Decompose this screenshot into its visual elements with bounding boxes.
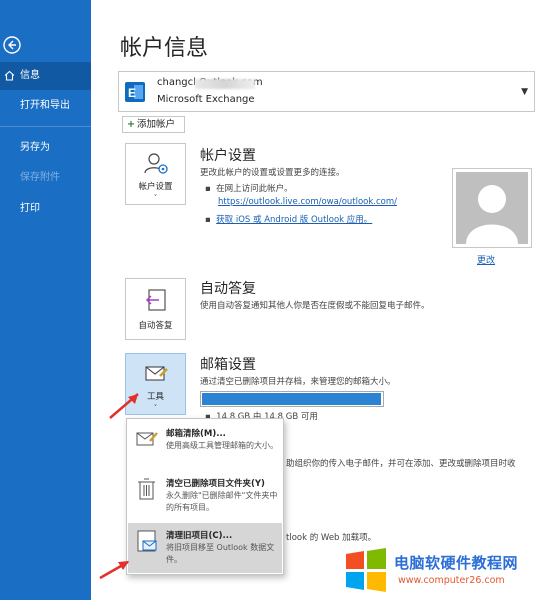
tile-label: 帐户设置 xyxy=(138,182,173,192)
change-photo-link[interactable]: 更改 xyxy=(477,253,495,266)
menu-item-mailbox-cleanup[interactable]: 邮箱清除(M)... 使用高级工具管理邮箱的大小。 xyxy=(128,421,282,469)
mailbox-usage-fill xyxy=(202,393,382,405)
account-settings-desc: 更改此帐户的设置或设置更多的连接。 xyxy=(200,168,345,178)
auto-reply-desc: 使用自动答复通知其他人你是否在度假或不能回复电子邮件。 xyxy=(200,301,430,311)
watermark-title: 电脑软硬件教程网 xyxy=(394,554,519,572)
mailbox-usage-bar xyxy=(200,391,384,407)
account-settings-icon xyxy=(143,153,168,174)
sidebar-item-label: 信息 xyxy=(20,70,40,81)
mailbox-cleanup-icon xyxy=(136,432,158,446)
dropdown-arrow-icon: ▼ xyxy=(521,87,528,97)
mailbox-settings-title: 邮箱设置 xyxy=(200,357,256,373)
redacted-area xyxy=(195,79,255,89)
menu-item-desc: 永久删除"已删除邮件"文件夹中的所有项目。 xyxy=(166,491,278,512)
rules-desc: 助组织你的传入电子邮件，并可在添加、更改或删除项目时收 xyxy=(286,459,516,469)
sidebar-item-label: 打印 xyxy=(20,203,40,214)
sidebar-item-label: 打开和导出 xyxy=(20,100,70,111)
trash-icon xyxy=(138,478,155,500)
back-arrow-icon[interactable] xyxy=(2,35,22,55)
red-arrow-annotation xyxy=(99,560,129,580)
menu-item-title: 邮箱清除(M)... xyxy=(166,429,226,439)
menu-item-title: 清理旧项目(C)... xyxy=(166,531,233,541)
tools-mailbox-icon xyxy=(144,366,168,381)
person-silhouette-icon xyxy=(466,185,518,244)
sidebar-item-print[interactable]: 打印 xyxy=(0,195,91,223)
sidebar-item-save-attachments: 保存附件 xyxy=(0,164,91,192)
chevron-down-icon: ˅ xyxy=(153,194,158,202)
sidebar-divider xyxy=(0,126,91,127)
page-title: 帐户信息 xyxy=(120,36,209,61)
menu-item-desc: 将旧项目移至 Outlook 数据文件。 xyxy=(166,543,275,564)
windows-logo-watermark xyxy=(346,548,386,592)
account-settings-title: 帐户设置 xyxy=(200,148,256,164)
plus-icon: + xyxy=(127,119,135,130)
auto-reply-button[interactable]: 自动答复 xyxy=(125,278,186,340)
add-account-button[interactable]: + 添加帐户 xyxy=(122,116,185,133)
account-type: Microsoft Exchange xyxy=(157,94,255,105)
sidebar-item-label: 保存附件 xyxy=(20,172,60,183)
home-icon xyxy=(4,70,15,81)
auto-reply-title: 自动答复 xyxy=(200,281,256,297)
menu-item-title: 清空已删除项目文件夹(Y) xyxy=(166,479,265,489)
sidebar-item-open-export[interactable]: 打开和导出 xyxy=(0,92,91,120)
account-settings-button[interactable]: 帐户设置 ˅ xyxy=(125,143,186,205)
tile-label: 自动答复 xyxy=(138,321,173,331)
backstage-sidebar: 信息 打开和导出 另存为 保存附件 打印 xyxy=(0,0,91,600)
profile-photo xyxy=(452,168,532,248)
red-arrow-annotation xyxy=(109,393,139,419)
svg-text:E: E xyxy=(128,86,136,100)
bullet-web-access: ▪ 在网上访问此帐户。 xyxy=(205,184,293,194)
watermark-url: www.computer26.com xyxy=(398,575,505,586)
sidebar-item-info[interactable]: 信息 xyxy=(0,62,91,90)
owa-link-text[interactable]: https://outlook.live.com/owa/outlook.com… xyxy=(218,197,397,207)
tools-dropdown-menu: 邮箱清除(M)... 使用高级工具管理邮箱的大小。 清空已删除项目文件夹(Y) … xyxy=(126,418,284,575)
exchange-icon: E xyxy=(125,82,145,102)
menu-item-desc: 使用高级工具管理邮箱的大小。 xyxy=(166,441,278,450)
addins-desc: tlook 的 Web 加载项。 xyxy=(286,533,377,543)
mobile-app-link[interactable]: 获取 iOS 或 Android 版 Outlook 应用。 xyxy=(216,215,372,225)
archive-icon xyxy=(137,530,157,552)
auto-reply-icon xyxy=(145,289,166,311)
bullet-mobile-app: ▪ 获取 iOS 或 Android 版 Outlook 应用。 xyxy=(205,215,373,225)
add-account-label: 添加帐户 xyxy=(136,119,175,130)
avatar-placeholder xyxy=(456,172,528,244)
menu-item-archive-old[interactable]: 清理旧项目(C)... 将旧项目移至 Outlook 数据文件。 xyxy=(128,523,282,573)
account-selector[interactable]: E changcl Outlook.com Microsoft Exchange… xyxy=(118,71,535,112)
bullet-text: 在网上访问此帐户。 xyxy=(216,184,293,194)
sidebar-item-save-as[interactable]: 另存为 xyxy=(0,134,91,162)
mailbox-settings-desc: 通过清空已删除项目并存档，来管理您的邮箱大小。 xyxy=(200,377,396,387)
owa-link[interactable]: https://outlook.live.com/owa/outlook.com… xyxy=(218,197,397,207)
sidebar-item-label: 另存为 xyxy=(20,142,50,153)
menu-item-empty-deleted[interactable]: 清空已删除项目文件夹(Y) 永久删除"已删除邮件"文件夹中的所有项目。 xyxy=(128,471,282,521)
